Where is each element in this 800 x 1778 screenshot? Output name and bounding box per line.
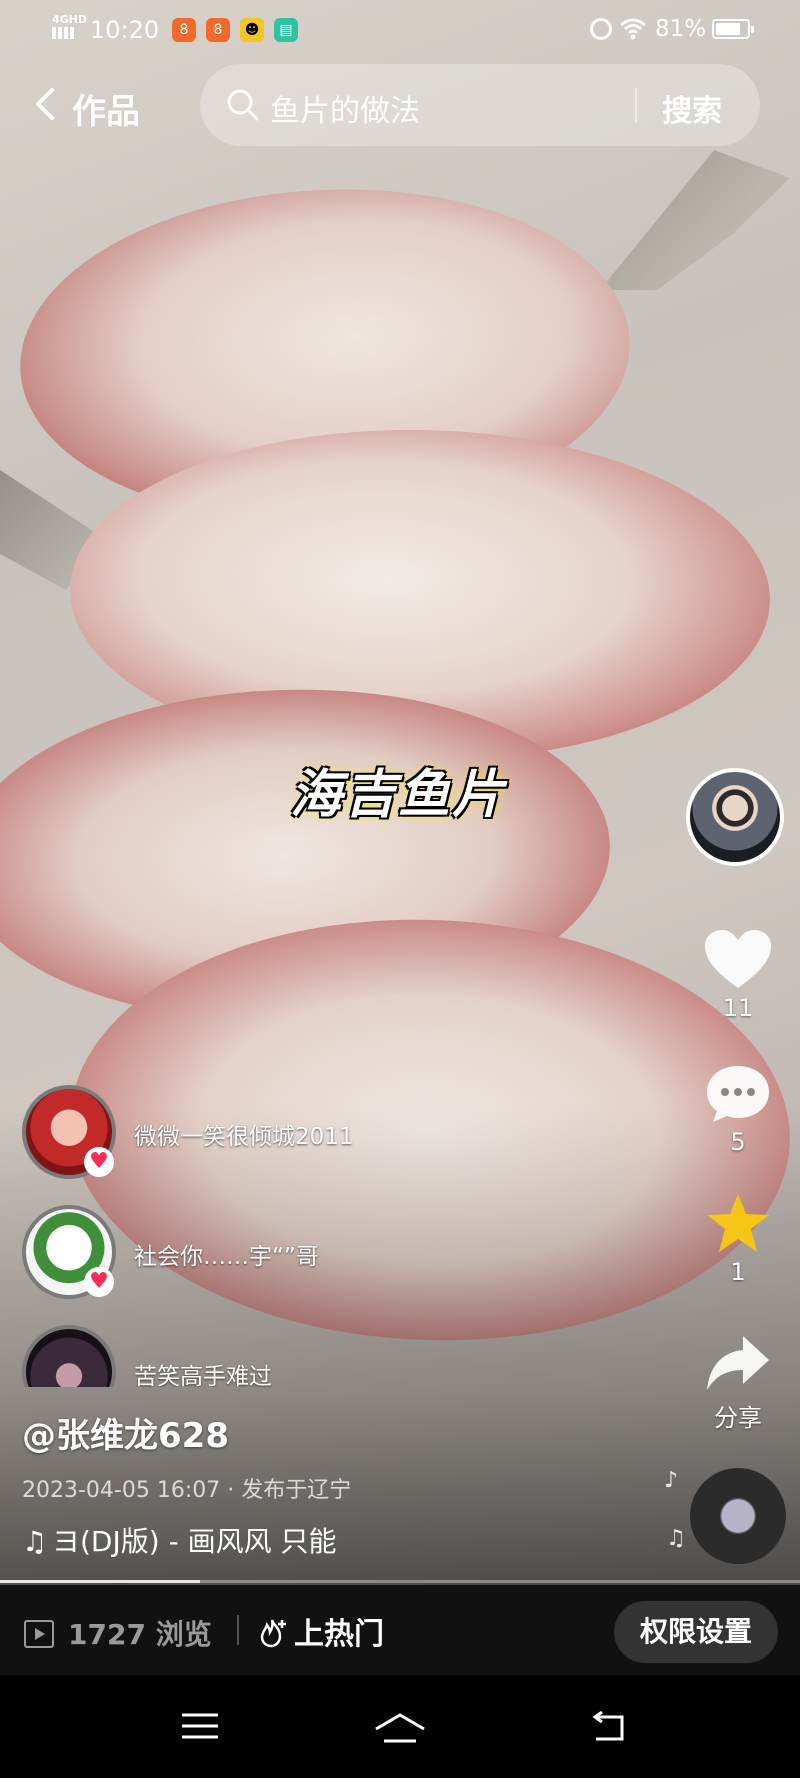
music-info[interactable]: ♫ ヨ(DJ版) - 画风风 只能 xyxy=(22,1520,336,1560)
view-stats[interactable]: 1727 浏览 xyxy=(24,1613,212,1653)
floating-comment[interactable]: ♥ 微微一笑很倾城2011 xyxy=(22,1085,542,1181)
share-button[interactable]: 分享 xyxy=(698,1332,778,1433)
heart-icon: ♥ xyxy=(84,1267,114,1297)
app-notification-icon: ☻ xyxy=(240,18,264,42)
favorite-count: 1 xyxy=(730,1258,746,1286)
post-meta: 2023-04-05 16:07 · 发布于辽宁 xyxy=(22,1478,352,1503)
commenter-avatar xyxy=(22,1325,116,1387)
home-icon[interactable] xyxy=(372,1711,428,1745)
floating-comment[interactable]: 苦笑高手难过 xyxy=(22,1325,542,1387)
view-label: 浏览 xyxy=(155,1618,212,1651)
promote-label: 上热门 xyxy=(294,1617,384,1652)
permission-settings-button[interactable]: 权限设置 xyxy=(614,1601,778,1663)
signal-icon xyxy=(52,27,76,39)
page-title[interactable]: 作品 xyxy=(72,84,140,133)
comment-text: 社会你……宇“”哥 xyxy=(134,1244,319,1270)
search-divider xyxy=(635,88,637,122)
search-bar[interactable]: 鱼片的做法 搜索 xyxy=(200,64,760,146)
music-disc[interactable] xyxy=(690,1468,786,1564)
comment-text: 苦笑高手难过 xyxy=(134,1364,272,1387)
heart-icon: ♥ xyxy=(84,1147,114,1177)
play-icon xyxy=(24,1620,54,1648)
battery-percent: 81% xyxy=(655,16,707,42)
author-name[interactable]: @张维龙628 xyxy=(22,1408,229,1457)
back-icon[interactable] xyxy=(588,1711,628,1743)
share-arrow-icon xyxy=(707,1336,769,1390)
clock: 10:20 xyxy=(90,16,160,44)
wifi-icon xyxy=(620,18,646,40)
system-nav-bar xyxy=(0,1675,800,1778)
search-button[interactable]: 搜索 xyxy=(662,86,722,130)
bottom-bar: 1727 浏览 上热门 权限设置 xyxy=(0,1585,800,1675)
alarm-icon xyxy=(590,18,612,40)
floating-comment[interactable]: ♥ 社会你……宇“”哥 xyxy=(22,1205,542,1301)
video-caption: 海吉鱼片 xyxy=(290,765,507,825)
music-note-icon: ♫ xyxy=(22,1525,48,1558)
favorite-button[interactable]: 1 xyxy=(698,1192,778,1286)
music-note-icon: ♫ xyxy=(666,1526,686,1551)
app-notification-icon: 8 xyxy=(206,18,230,42)
music-note-icon: ♪ xyxy=(664,1468,679,1493)
menu-icon[interactable] xyxy=(180,1711,220,1741)
promote-button[interactable]: 上热门 xyxy=(258,1609,384,1653)
comment-text: 微微一笑很倾城2011 xyxy=(134,1124,354,1150)
battery-icon xyxy=(712,19,754,39)
like-button[interactable]: 11 xyxy=(698,928,778,1022)
heart-icon xyxy=(705,930,771,988)
star-icon xyxy=(707,1194,769,1252)
author-avatar[interactable] xyxy=(686,768,784,866)
music-title: ヨ(DJ版) - 画风风 只能 xyxy=(52,1525,337,1558)
app-notification-icon: 8 xyxy=(172,18,196,42)
comment-button[interactable]: 5 xyxy=(698,1062,778,1156)
chat-bubble-icon xyxy=(707,1066,769,1122)
search-icon xyxy=(227,89,259,121)
flame-icon xyxy=(260,1619,286,1648)
fish-tail xyxy=(600,150,790,290)
network-indicator: 4GHD xyxy=(52,14,87,41)
like-count: 11 xyxy=(722,994,754,1022)
divider xyxy=(237,1615,239,1645)
chevron-left-icon[interactable] xyxy=(24,82,68,126)
video-progress-bar[interactable] xyxy=(0,1580,800,1583)
search-input[interactable]: 鱼片的做法 xyxy=(270,86,420,130)
comment-count: 5 xyxy=(730,1128,746,1156)
app-notification-icon: ▤ xyxy=(274,18,298,42)
network-type: 4GHD xyxy=(52,13,88,26)
view-count: 1727 xyxy=(68,1618,146,1651)
status-bar: 4GHD 10:20 8 8 ☻ ▤ 81% xyxy=(0,0,800,62)
share-label: 分享 xyxy=(714,1404,762,1432)
